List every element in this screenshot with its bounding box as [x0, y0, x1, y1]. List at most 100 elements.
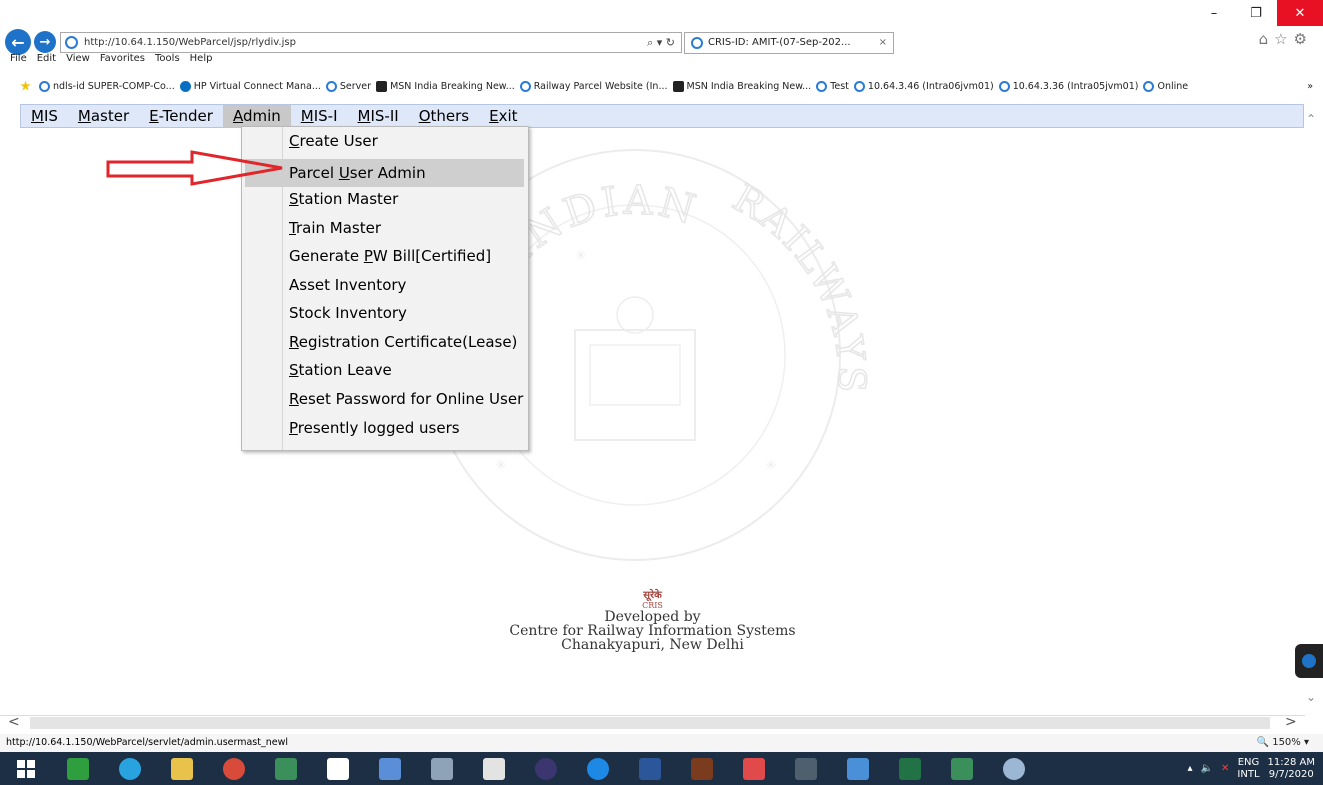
credit-line-1: Developed by	[604, 609, 701, 625]
favorite-item[interactable]: Online	[1143, 80, 1188, 92]
menu-mis-i[interactable]: MIS-I	[291, 105, 348, 127]
scroll-right-icon[interactable]: >	[1285, 714, 1297, 730]
dropdown-item-generate-pw-bill[interactable]: Generate PW Bill[Certified]	[245, 242, 524, 270]
favorite-item[interactable]: Server	[325, 80, 371, 92]
tray-arrow-icon[interactable]: ▴	[1188, 763, 1193, 774]
input-language[interactable]: ENG INTL	[1237, 757, 1259, 781]
dropdown-item-station-leave[interactable]: Station Leave	[245, 356, 524, 384]
taskbar-explorer[interactable]	[156, 752, 208, 785]
taskbar-app-green2[interactable]	[936, 752, 988, 785]
widget-icon	[1302, 654, 1316, 668]
taskbar-app-chart[interactable]	[468, 752, 520, 785]
app-icon	[795, 757, 817, 780]
taskbar-cortana[interactable]	[104, 752, 156, 785]
dropdown-item-stock-inventory[interactable]: Stock Inventory	[245, 299, 524, 327]
circle-icon	[119, 757, 141, 780]
menu-others[interactable]: Others	[409, 105, 479, 127]
tab-close-icon[interactable]: ×	[879, 33, 887, 53]
favorites-bar: ndls-id SUPER-COMP-Co... HP Virtual Conn…	[0, 70, 1323, 102]
menu-help[interactable]: Help	[190, 53, 213, 64]
favorite-item[interactable]: MSN India Breaking New...	[376, 80, 515, 92]
favorite-label: MSN India Breaking New...	[390, 80, 515, 92]
dropdown-item-parcel-user-admin[interactable]: Parcel User Admin	[245, 159, 524, 187]
folder-icon	[171, 757, 193, 780]
menu-tools[interactable]: Tools	[155, 53, 180, 64]
dropdown-item-reset-password[interactable]: Reset Password for Online User	[245, 385, 524, 413]
favorites-star[interactable]	[20, 80, 34, 92]
taskbar-network[interactable]	[364, 752, 416, 785]
dropdown-item-presently-logged-users[interactable]: Presently logged users	[245, 414, 524, 442]
zoom-level[interactable]: 🔍 150% ▾	[1257, 734, 1309, 752]
dropdown-item-train-master[interactable]: Train Master	[245, 214, 524, 242]
store-icon	[67, 757, 89, 780]
home-star-gear-icons[interactable]: ⌂☆⚙	[1259, 30, 1313, 48]
taskbar-chrome[interactable]	[208, 752, 260, 785]
taskbar-vnc[interactable]	[312, 752, 364, 785]
clock[interactable]: 11:28 AM 9/7/2020	[1268, 757, 1315, 781]
favorite-item[interactable]: 10.64.3.36 (Intra05jvm01)	[998, 80, 1138, 92]
favorite-label: Railway Parcel Website (In...	[533, 80, 668, 92]
menu-edit[interactable]: Edit	[37, 53, 56, 64]
scroll-down-icon[interactable]: ⌄	[1306, 690, 1316, 704]
taskbar-paint[interactable]	[988, 752, 1040, 785]
volume-icon[interactable]: 🔈	[1201, 763, 1213, 774]
favorite-item[interactable]: Test	[816, 80, 849, 92]
developer-credit: सूरेके CRIS Developed by Centre for Rail…	[0, 590, 1305, 652]
menu-favorites[interactable]: Favorites	[100, 53, 145, 64]
dropdown-item-registration-certificate[interactable]: Registration Certificate(Lease)	[245, 328, 524, 356]
scroll-left-icon[interactable]: <	[8, 714, 20, 730]
menu-e-tender[interactable]: E-Tender	[139, 105, 223, 127]
favorite-item[interactable]: HP Virtual Connect Mana...	[179, 80, 321, 92]
search-refresh-icons[interactable]: ⌕ ▾ ↻	[647, 33, 675, 52]
scroll-up-icon[interactable]: ⌃	[1306, 112, 1316, 126]
address-bar[interactable]: http://10.64.1.150/WebParcel/jsp/rlydiv.…	[60, 32, 682, 53]
start-button[interactable]	[0, 752, 52, 785]
taskbar-eclipse[interactable]	[520, 752, 572, 785]
dropdown-item-station-master[interactable]: Station Master	[245, 185, 524, 213]
chrome-icon	[223, 757, 245, 780]
forward-button[interactable]: →	[34, 31, 56, 53]
favorite-item[interactable]: MSN India Breaking New...	[672, 80, 812, 92]
menu-file[interactable]: File	[10, 53, 27, 64]
pdf-icon	[743, 757, 765, 780]
menu-mis-ii[interactable]: MIS-II	[348, 105, 409, 127]
watermark-right-text: RAILWAYS	[725, 175, 872, 397]
dropdown-item-create-user[interactable]: Create User	[245, 127, 524, 155]
taskbar-java-ide[interactable]	[676, 752, 728, 785]
taskbar-word[interactable]	[624, 752, 676, 785]
network-error-icon[interactable]: ✕	[1221, 763, 1229, 774]
taskbar-pdf[interactable]	[728, 752, 780, 785]
taskbar-app-green[interactable]	[260, 752, 312, 785]
side-widget-button[interactable]	[1295, 644, 1323, 678]
taskbar-store[interactable]	[52, 752, 104, 785]
back-button[interactable]: ←	[5, 29, 31, 55]
menu-exit[interactable]: Exit	[479, 105, 527, 127]
taskbar-ie[interactable]	[572, 752, 624, 785]
taskbar-app-dark[interactable]	[780, 752, 832, 785]
menu-master[interactable]: Master	[68, 105, 139, 127]
menu-view[interactable]: View	[66, 53, 90, 64]
taskbar-excel[interactable]	[884, 752, 936, 785]
close-window-button[interactable]: ✕	[1277, 0, 1323, 26]
paint-icon	[1003, 757, 1025, 780]
horizontal-scroll-thumb[interactable]	[30, 717, 1270, 729]
menu-admin[interactable]: Admin	[222, 105, 291, 127]
browser-tab[interactable]: CRIS-ID: AMIT-(07-Sep-202... ×	[684, 32, 894, 54]
vertical-scrollbar[interactable]	[1305, 102, 1323, 715]
vnc-icon	[327, 757, 349, 780]
ie-icon	[325, 80, 337, 92]
dropdown-item-asset-inventory[interactable]: Asset Inventory	[245, 271, 524, 299]
favorite-item[interactable]: Railway Parcel Website (In...	[519, 80, 668, 92]
address-url[interactable]: http://10.64.1.150/WebParcel/jsp/rlydiv.…	[84, 33, 296, 52]
favorite-label: MSN India Breaking New...	[686, 80, 812, 92]
window-controls: – ❐ ✕	[1193, 0, 1323, 30]
java-icon	[691, 757, 713, 780]
taskbar-app-blue[interactable]	[832, 752, 884, 785]
taskbar-calculator[interactable]	[416, 752, 468, 785]
menu-mis[interactable]: MIS	[21, 105, 68, 127]
favorite-item[interactable]: ndls-id SUPER-COMP-Co...	[39, 80, 175, 92]
favorite-item[interactable]: 10.64.3.46 (Intra06jvm01)	[853, 80, 994, 92]
favorites-overflow-icon[interactable]: »	[1307, 81, 1313, 92]
maximize-button[interactable]: ❐	[1235, 0, 1277, 26]
minimize-button[interactable]: –	[1193, 0, 1235, 26]
